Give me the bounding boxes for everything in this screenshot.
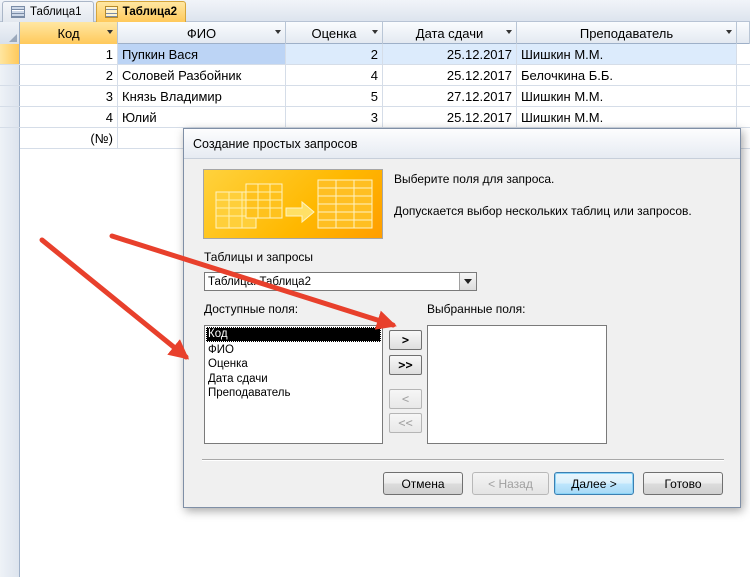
- chevron-down-icon[interactable]: [459, 273, 476, 290]
- list-item[interactable]: Оценка: [205, 357, 382, 372]
- cell-data-sdachi[interactable]: 25.12.2017: [383, 107, 517, 127]
- table-icon: [105, 6, 118, 18]
- add-field-button[interactable]: >: [389, 330, 422, 350]
- column-header-ocenka[interactable]: Оценка: [286, 22, 383, 44]
- add-all-fields-button[interactable]: >>: [389, 355, 422, 375]
- cell-prepodavatel[interactable]: Белочкина Б.Б.: [517, 65, 737, 85]
- cell-fio[interactable]: Пупкин Вася: [118, 44, 286, 64]
- back-button[interactable]: < Назад: [472, 472, 549, 495]
- cell-kod[interactable]: 1: [20, 44, 118, 64]
- cell-ocenka[interactable]: 3: [286, 107, 383, 127]
- dialog-title: Создание простых запросов: [184, 129, 740, 159]
- cell-kod[interactable]: 4: [20, 107, 118, 127]
- row-selector[interactable]: [0, 107, 20, 127]
- cancel-button[interactable]: Отмена: [383, 472, 463, 495]
- remove-field-button[interactable]: <: [389, 389, 422, 409]
- column-header-row: Код ФИО Оценка Дата сдачи Преподаватель: [0, 22, 750, 44]
- sort-dropdown-icon[interactable]: [275, 30, 281, 34]
- cell-fio[interactable]: Соловей Разбойник: [118, 65, 286, 85]
- table-icon: [11, 6, 25, 18]
- cell-ocenka[interactable]: 4: [286, 65, 383, 85]
- selected-fields-label: Выбранные поля:: [427, 302, 526, 316]
- tables-queries-select[interactable]: Таблица: Таблица2: [204, 272, 477, 291]
- document-tab-bar: Таблица1 Таблица2: [0, 0, 750, 22]
- tables-queries-value: Таблица: Таблица2: [208, 275, 311, 288]
- list-item[interactable]: ФИО: [205, 343, 382, 358]
- cell-kod[interactable]: 3: [20, 86, 118, 106]
- cell-prepodavatel[interactable]: Шишкин М.М.: [517, 86, 737, 106]
- row-selector[interactable]: [0, 44, 20, 64]
- column-header-add[interactable]: [737, 22, 750, 44]
- column-header-data-sdachi[interactable]: Дата сдачи: [383, 22, 517, 44]
- table-row[interactable]: 2 Соловей Разбойник 4 25.12.2017 Белочки…: [0, 65, 750, 86]
- cell-kod-new[interactable]: (№): [20, 128, 118, 148]
- cell-fio[interactable]: Юлий: [118, 107, 286, 127]
- cell-kod[interactable]: 2: [20, 65, 118, 85]
- simple-query-wizard-dialog: Создание простых запросов Выберите поля …: [183, 128, 741, 508]
- list-item[interactable]: Преподаватель: [205, 386, 382, 401]
- available-fields-list[interactable]: Код ФИО Оценка Дата сдачи Преподаватель: [204, 325, 383, 444]
- sort-dropdown-icon[interactable]: [372, 30, 378, 34]
- select-all-corner[interactable]: [0, 22, 20, 44]
- cell-data-sdachi[interactable]: 27.12.2017: [383, 86, 517, 106]
- dialog-divider: [202, 459, 724, 461]
- cell-ocenka[interactable]: 5: [286, 86, 383, 106]
- cell-ocenka[interactable]: 2: [286, 44, 383, 64]
- sort-dropdown-icon[interactable]: [506, 30, 512, 34]
- list-item[interactable]: Дата сдачи: [205, 372, 382, 387]
- row-selector[interactable]: [0, 65, 20, 85]
- intro-text-1: Выберите поля для запроса.: [394, 172, 555, 186]
- intro-text-2: Допускается выбор нескольких таблиц или …: [394, 204, 692, 218]
- row-selector[interactable]: [0, 86, 20, 106]
- cell-prepodavatel[interactable]: Шишкин М.М.: [517, 107, 737, 127]
- tables-queries-label: Таблицы и запросы: [204, 250, 314, 264]
- tab-table1[interactable]: Таблица1: [2, 1, 94, 22]
- list-item[interactable]: Код: [206, 327, 381, 342]
- tab-table2[interactable]: Таблица2: [96, 1, 186, 22]
- finish-button[interactable]: Готово: [643, 472, 723, 495]
- row-selector-column: [0, 128, 20, 577]
- sort-dropdown-icon[interactable]: [107, 30, 113, 34]
- tab-label: Таблица2: [122, 6, 177, 18]
- next-button[interactable]: Далее >: [554, 472, 634, 495]
- column-header-prepodavatel[interactable]: Преподаватель: [517, 22, 737, 44]
- cell-prepodavatel[interactable]: Шишкин М.М.: [517, 44, 737, 64]
- cell-fio[interactable]: Князь Владимир: [118, 86, 286, 106]
- sort-dropdown-icon[interactable]: [726, 30, 732, 34]
- table-row[interactable]: 1 Пупкин Вася 2 25.12.2017 Шишкин М.М.: [0, 44, 750, 65]
- tab-label: Таблица1: [30, 6, 82, 18]
- table-row[interactable]: 3 Князь Владимир 5 27.12.2017 Шишкин М.М…: [0, 86, 750, 107]
- column-header-fio[interactable]: ФИО: [118, 22, 286, 44]
- available-fields-label: Доступные поля:: [204, 302, 299, 316]
- selected-fields-list[interactable]: [427, 325, 607, 444]
- cell-data-sdachi[interactable]: 25.12.2017: [383, 44, 517, 64]
- cell-data-sdachi[interactable]: 25.12.2017: [383, 65, 517, 85]
- wizard-illustration-icon: [203, 169, 383, 239]
- table-row[interactable]: 4 Юлий 3 25.12.2017 Шишкин М.М.: [0, 107, 750, 128]
- remove-all-fields-button[interactable]: <<: [389, 413, 422, 433]
- column-header-kod[interactable]: Код: [20, 22, 118, 44]
